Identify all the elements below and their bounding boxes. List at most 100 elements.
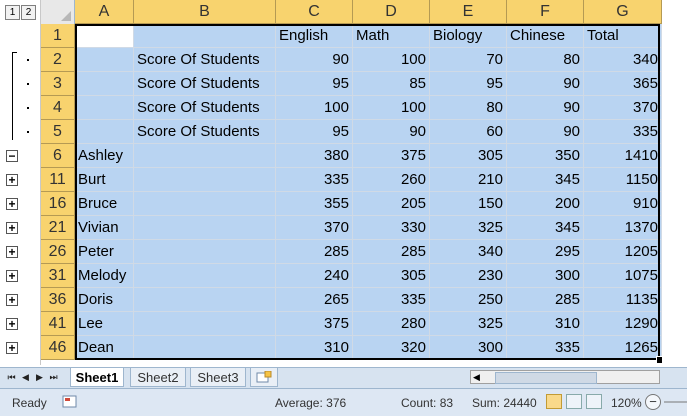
cell-d4[interactable]: 100 <box>353 96 430 120</box>
cell-f36[interactable]: 285 <box>507 288 584 312</box>
cell-e5[interactable]: 60 <box>430 120 507 144</box>
cell-c21[interactable]: 370 <box>276 216 353 240</box>
zoom-slider[interactable] <box>664 396 687 408</box>
cell-g11[interactable]: 1150 <box>584 168 662 192</box>
column-header-d[interactable]: D <box>353 0 430 24</box>
select-all-button[interactable] <box>41 0 75 25</box>
column-header-b[interactable]: B <box>134 0 276 24</box>
cell-d6[interactable]: 375 <box>353 144 430 168</box>
outline-expand-button[interactable]: + <box>6 222 18 234</box>
cell-b5[interactable]: Score Of Students <box>134 120 276 144</box>
cell-b1[interactable] <box>134 24 276 48</box>
cell-c36[interactable]: 265 <box>276 288 353 312</box>
cell-e3[interactable]: 95 <box>430 72 507 96</box>
row-header-4[interactable]: 4 <box>41 96 75 120</box>
cell-e21[interactable]: 325 <box>430 216 507 240</box>
cell-f26[interactable]: 295 <box>507 240 584 264</box>
column-header-g[interactable]: G <box>584 0 662 24</box>
tab-sheet2[interactable]: Sheet2 <box>130 368 186 387</box>
outline-group-bracket[interactable] <box>12 52 13 140</box>
row-header-11[interactable]: 11 <box>41 168 75 192</box>
cell-d11[interactable]: 260 <box>353 168 430 192</box>
outline-expand-button[interactable]: + <box>6 318 18 330</box>
cell-a16[interactable]: Bruce <box>75 192 134 216</box>
cell-g4[interactable]: 370 <box>584 96 662 120</box>
cell-a46[interactable]: Dean <box>75 336 134 360</box>
cell-a4[interactable] <box>75 96 134 120</box>
row-header-16[interactable]: 16 <box>41 192 75 216</box>
cell-c2[interactable]: 90 <box>276 48 353 72</box>
cell-c26[interactable]: 285 <box>276 240 353 264</box>
cell-e46[interactable]: 300 <box>430 336 507 360</box>
cell-c16[interactable]: 355 <box>276 192 353 216</box>
cell-e4[interactable]: 80 <box>430 96 507 120</box>
row-header-31[interactable]: 31 <box>41 264 75 288</box>
cell-a1[interactable] <box>75 24 134 48</box>
cell-c4[interactable]: 100 <box>276 96 353 120</box>
cell-g31[interactable]: 1075 <box>584 264 662 288</box>
scroll-thumb[interactable] <box>495 372 597 384</box>
zoom-out-icon[interactable]: − <box>645 394 661 410</box>
scroll-left-arrow-icon[interactable]: ◀ <box>473 371 480 383</box>
cell-b3[interactable]: Score Of Students <box>134 72 276 96</box>
cell-c11[interactable]: 335 <box>276 168 353 192</box>
cell-d2[interactable]: 100 <box>353 48 430 72</box>
cell-a26[interactable]: Peter <box>75 240 134 264</box>
cell-e31[interactable]: 230 <box>430 264 507 288</box>
cell-a31[interactable]: Melody <box>75 264 134 288</box>
cell-b6[interactable] <box>134 144 276 168</box>
cell-d46[interactable]: 320 <box>353 336 430 360</box>
cell-a21[interactable]: Vivian <box>75 216 134 240</box>
cell-e36[interactable]: 250 <box>430 288 507 312</box>
cell-d16[interactable]: 205 <box>353 192 430 216</box>
cell-f2[interactable]: 80 <box>507 48 584 72</box>
cell-e6[interactable]: 305 <box>430 144 507 168</box>
cell-b26[interactable] <box>134 240 276 264</box>
cell-c5[interactable]: 95 <box>276 120 353 144</box>
cell-g3[interactable]: 365 <box>584 72 662 96</box>
row-header-2[interactable]: 2 <box>41 48 75 72</box>
cell-c31[interactable]: 240 <box>276 264 353 288</box>
row-header-5[interactable]: 5 <box>41 120 75 144</box>
outline-expand-button[interactable]: + <box>6 270 18 282</box>
cell-c3[interactable]: 95 <box>276 72 353 96</box>
cell-g5[interactable]: 335 <box>584 120 662 144</box>
outline-expand-button[interactable]: + <box>6 174 18 186</box>
cell-b4[interactable]: Score Of Students <box>134 96 276 120</box>
cell-c1[interactable]: English <box>276 24 353 48</box>
tab-sheet1[interactable]: Sheet1 <box>70 368 124 387</box>
row-header-36[interactable]: 36 <box>41 288 75 312</box>
cell-e11[interactable]: 210 <box>430 168 507 192</box>
column-header-e[interactable]: E <box>430 0 507 24</box>
outline-expand-button[interactable]: + <box>6 342 18 354</box>
cell-g46[interactable]: 1265 <box>584 336 662 360</box>
cell-d26[interactable]: 285 <box>353 240 430 264</box>
cell-d1[interactable]: Math <box>353 24 430 48</box>
last-sheet-icon[interactable]: ⏭ <box>48 371 59 384</box>
tab-sheet3[interactable]: Sheet3 <box>190 368 246 387</box>
cell-e41[interactable]: 325 <box>430 312 507 336</box>
outline-expand-button[interactable]: + <box>6 246 18 258</box>
column-header-f[interactable]: F <box>507 0 584 24</box>
cell-a2[interactable] <box>75 48 134 72</box>
cell-d31[interactable]: 305 <box>353 264 430 288</box>
cell-f4[interactable]: 90 <box>507 96 584 120</box>
column-header-c[interactable]: C <box>276 0 353 24</box>
cell-e26[interactable]: 340 <box>430 240 507 264</box>
normal-view-icon[interactable] <box>546 394 562 409</box>
cell-b16[interactable] <box>134 192 276 216</box>
zoom-level[interactable]: 120% <box>611 396 642 410</box>
cell-a6[interactable]: Ashley <box>75 144 134 168</box>
first-sheet-icon[interactable]: ⏮ <box>6 371 17 384</box>
cell-b41[interactable] <box>134 312 276 336</box>
cell-c6[interactable]: 380 <box>276 144 353 168</box>
cell-g2[interactable]: 340 <box>584 48 662 72</box>
cell-f46[interactable]: 335 <box>507 336 584 360</box>
outline-level-2-button[interactable]: 2 <box>21 5 36 20</box>
cell-f5[interactable]: 90 <box>507 120 584 144</box>
cell-b46[interactable] <box>134 336 276 360</box>
cell-f1[interactable]: Chinese <box>507 24 584 48</box>
cell-e1[interactable]: Biology <box>430 24 507 48</box>
cell-g21[interactable]: 1370 <box>584 216 662 240</box>
cell-d5[interactable]: 90 <box>353 120 430 144</box>
